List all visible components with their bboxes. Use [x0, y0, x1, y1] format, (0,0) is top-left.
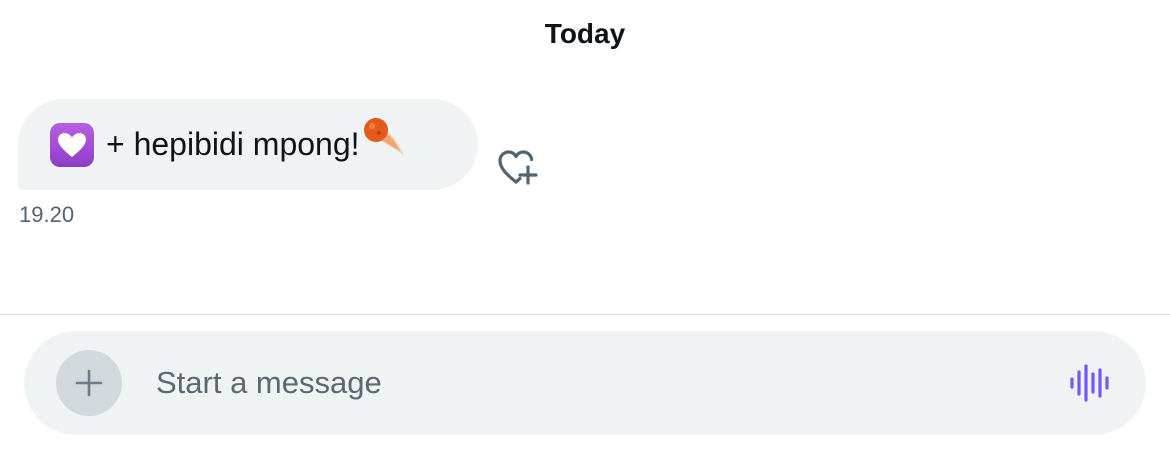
date-header: Today	[544, 18, 626, 49]
message-bubble[interactable]: + hepibidi mpong!	[18, 99, 478, 190]
message-text: + hepibidi mpong!	[106, 126, 360, 162]
heart-decoration-icon	[50, 122, 94, 167]
comet-icon	[362, 115, 408, 161]
add-media-button[interactable]	[56, 350, 122, 416]
composer-divider	[0, 314, 1170, 315]
message-input[interactable]	[156, 351, 1036, 415]
plus-icon	[75, 369, 103, 397]
message-composer	[24, 331, 1146, 435]
voice-waveform-icon	[1070, 364, 1109, 402]
message-timestamp: 19.20	[19, 202, 75, 227]
heart-plus-icon[interactable]	[496, 146, 542, 188]
dm-conversation-screen: Today + hepibidi mpong! 19.20	[0, 0, 1170, 450]
voice-message-button[interactable]	[1068, 364, 1112, 402]
